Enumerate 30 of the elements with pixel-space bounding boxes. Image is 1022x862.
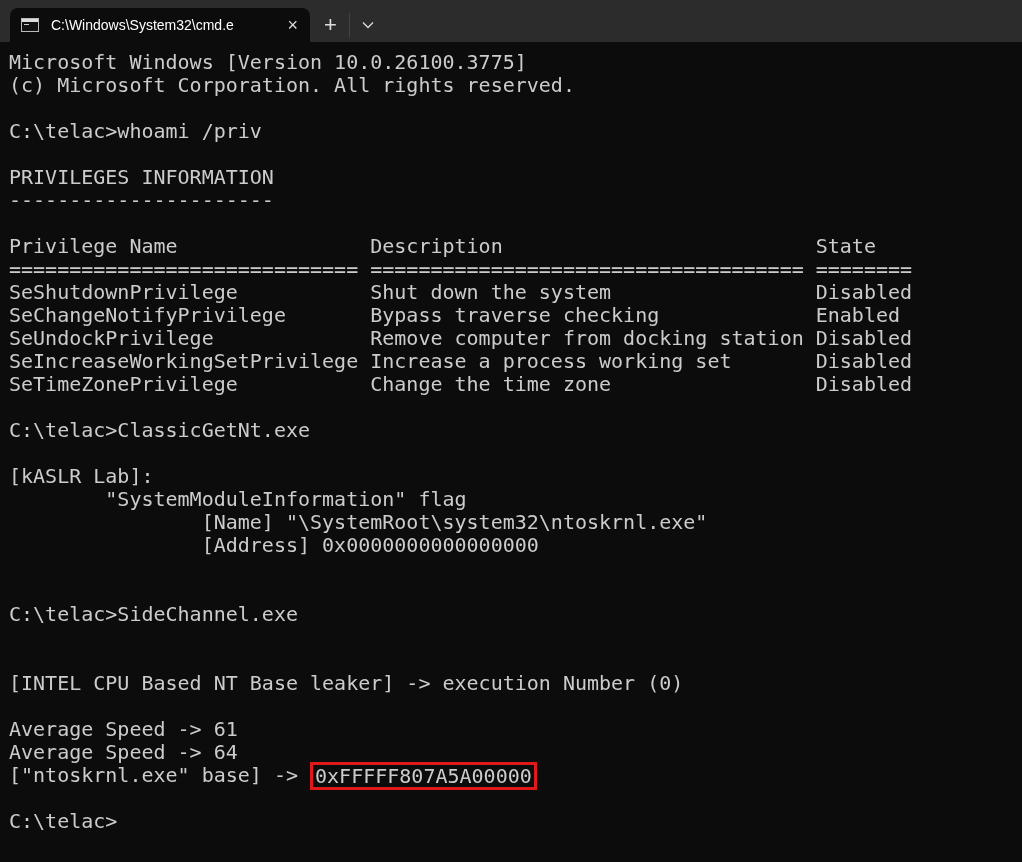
terminal-line: C:\telac>whoami /priv: [9, 120, 262, 143]
highlighted-address: 0xFFFFF807A5A00000: [310, 761, 537, 790]
terminal-line: C:\telac>: [9, 810, 118, 833]
terminal-line: SeChangeNotifyPrivilege Bypass traverse checking Enabled: [9, 304, 901, 327]
terminal-tab[interactable]: C:\Windows\System32\cmd.e ×: [10, 8, 310, 42]
terminal-line: Privilege Name Description State: [9, 235, 876, 258]
terminal-line: [Name] "\SystemRoot\system32\ntoskrnl.exe": [200, 511, 708, 534]
terminal-line: "SystemModuleInformation" flag: [104, 488, 467, 511]
terminal-line: [INTEL CPU Based NT Base leaker] -> execution Number (0): [9, 672, 684, 695]
terminal-line: C:\telac>ClassicGetNt.exe: [9, 419, 311, 442]
terminal-line: PRIVILEGES INFORMATION: [9, 166, 274, 189]
terminal-line: SeTimeZonePrivilege Change the time zone Disabled: [9, 373, 913, 396]
terminal-line: [kASLR Lab]:: [9, 465, 154, 488]
dropdown-icon[interactable]: [361, 21, 374, 29]
terminal-line: SeUndockPrivilege Remove computer from docking station Disabled: [9, 327, 913, 350]
terminal-line: C:\telac>SideChannel.exe: [9, 603, 298, 626]
terminal-line: [Address] 0x0000000000000000: [200, 534, 539, 557]
terminal-line: ["ntoskrnl.exe" base] ->: [9, 764, 299, 787]
terminal-line: Microsoft Windows [Version 10.0.26100.3775]: [9, 51, 527, 74]
new-tab-button[interactable]: +: [324, 14, 337, 36]
terminal-line: (c) Microsoft Corporation. All rights reserved.: [9, 74, 575, 97]
terminal-line: Average Speed -> 61: [9, 718, 238, 741]
terminal-icon: [21, 18, 39, 32]
terminal-line: Average Speed -> 64: [9, 741, 238, 764]
terminal-line: ----------------------: [9, 189, 274, 212]
terminal-line: SeShutdownPrivilege Shut down the system Disabled: [9, 281, 913, 304]
terminal-line: SeIncreaseWorkingSetPrivilege Increase a process working set Disabled: [9, 350, 913, 373]
tab-title: C:\Windows\System32\cmd.e: [51, 15, 235, 35]
terminal-line: ============================= ==================================== ========: [9, 258, 913, 281]
close-button[interactable]: ×: [287, 16, 298, 34]
